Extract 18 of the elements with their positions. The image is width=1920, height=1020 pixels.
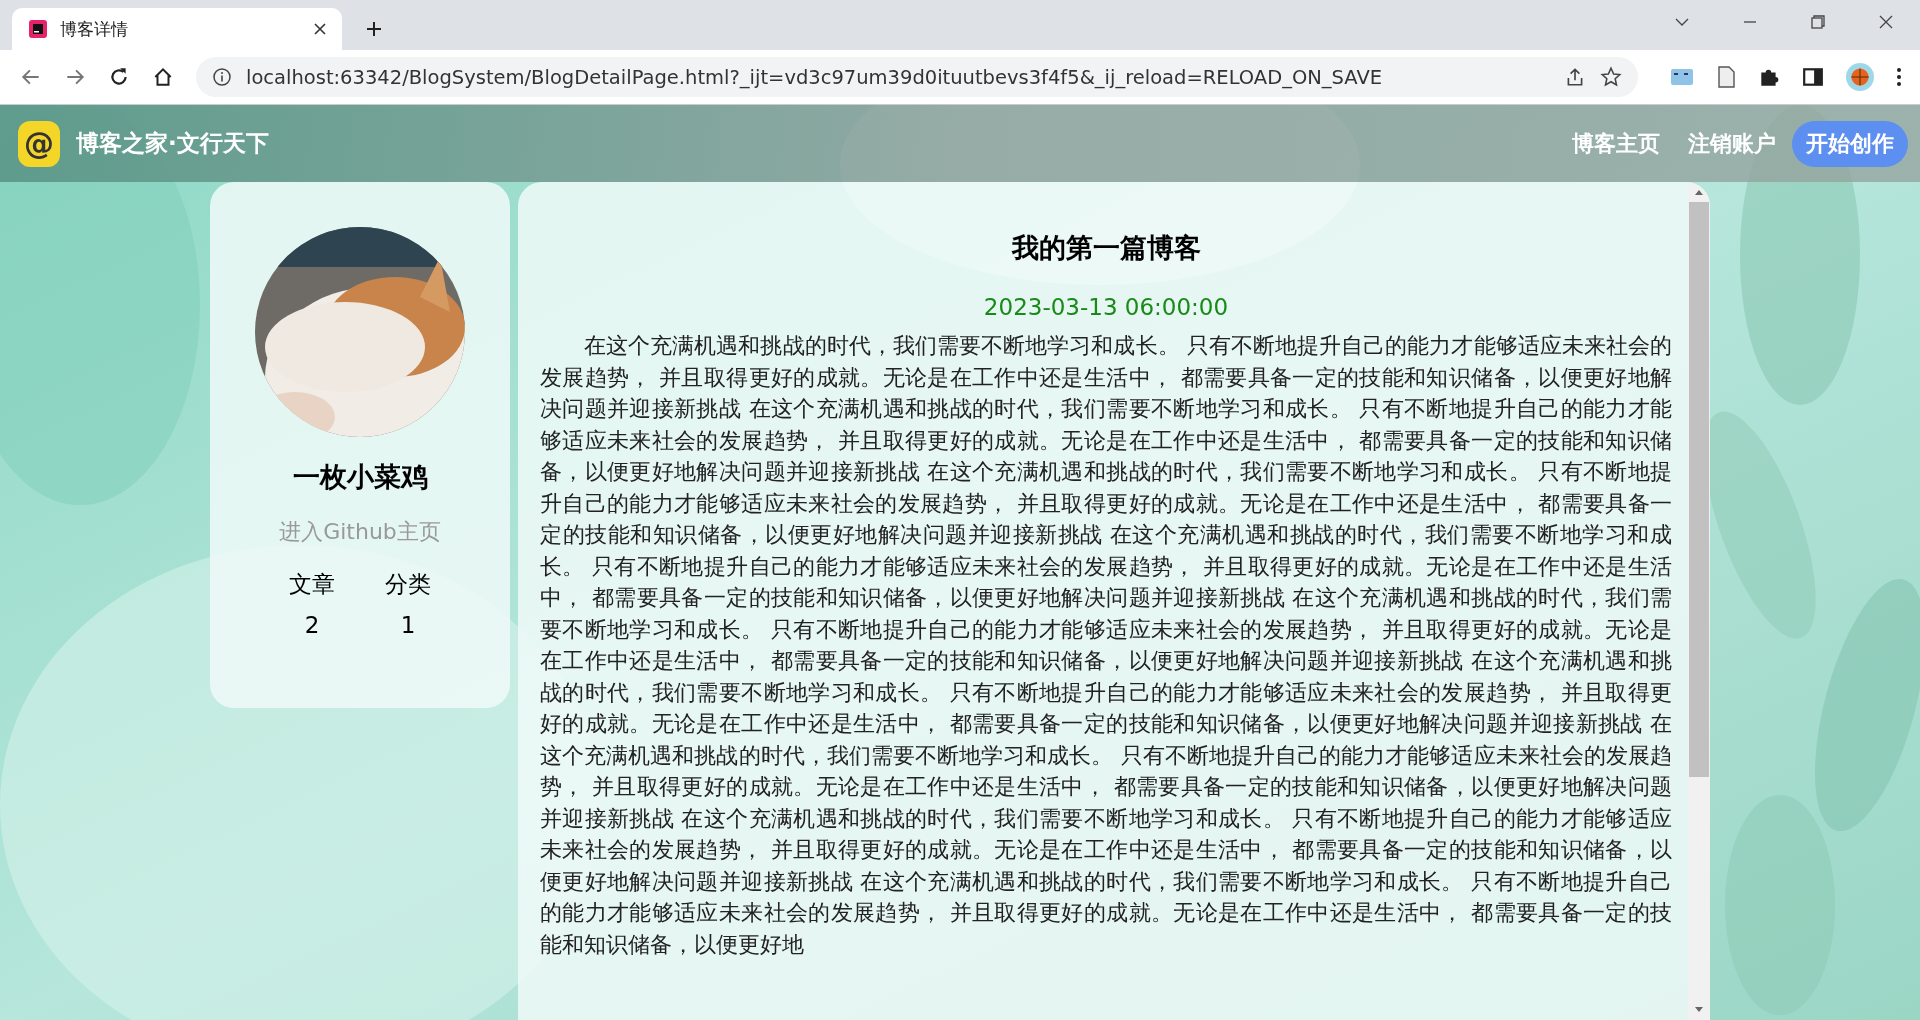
info-icon[interactable] [212, 67, 232, 87]
close-icon[interactable] [1878, 14, 1894, 30]
star-icon[interactable] [1600, 66, 1622, 88]
menu-icon[interactable] [1896, 67, 1902, 87]
tab-title: 博客详情 [60, 17, 129, 41]
restore-icon[interactable] [1810, 14, 1826, 30]
profile-avatar-icon[interactable] [1846, 63, 1874, 91]
address-bar[interactable]: localhost:63342/BlogSystem/BlogDetailPage.html?_ijt=vd3c97um39d0ituutbevs3f4f5&_ij_reload=RELOAD_ON_SAVE [196, 57, 1638, 97]
extension-icon[interactable] [1670, 67, 1694, 87]
url-text: localhost:63342/BlogSystem/BlogDetailPage.html?_ijt=vd3c97um39d0ituutbevs3f4f5&_ij_reload=RELOAD_ON_SAVE [246, 65, 1383, 89]
app-icon [28, 19, 48, 39]
document-icon[interactable] [1716, 66, 1736, 88]
side-panel-icon[interactable] [1802, 66, 1824, 88]
home-icon[interactable] [152, 66, 174, 88]
browser-tab[interactable]: 博客详情 [12, 8, 342, 50]
reload-icon[interactable] [108, 66, 130, 88]
plus-icon[interactable] [366, 21, 382, 37]
close-icon[interactable] [314, 23, 326, 35]
